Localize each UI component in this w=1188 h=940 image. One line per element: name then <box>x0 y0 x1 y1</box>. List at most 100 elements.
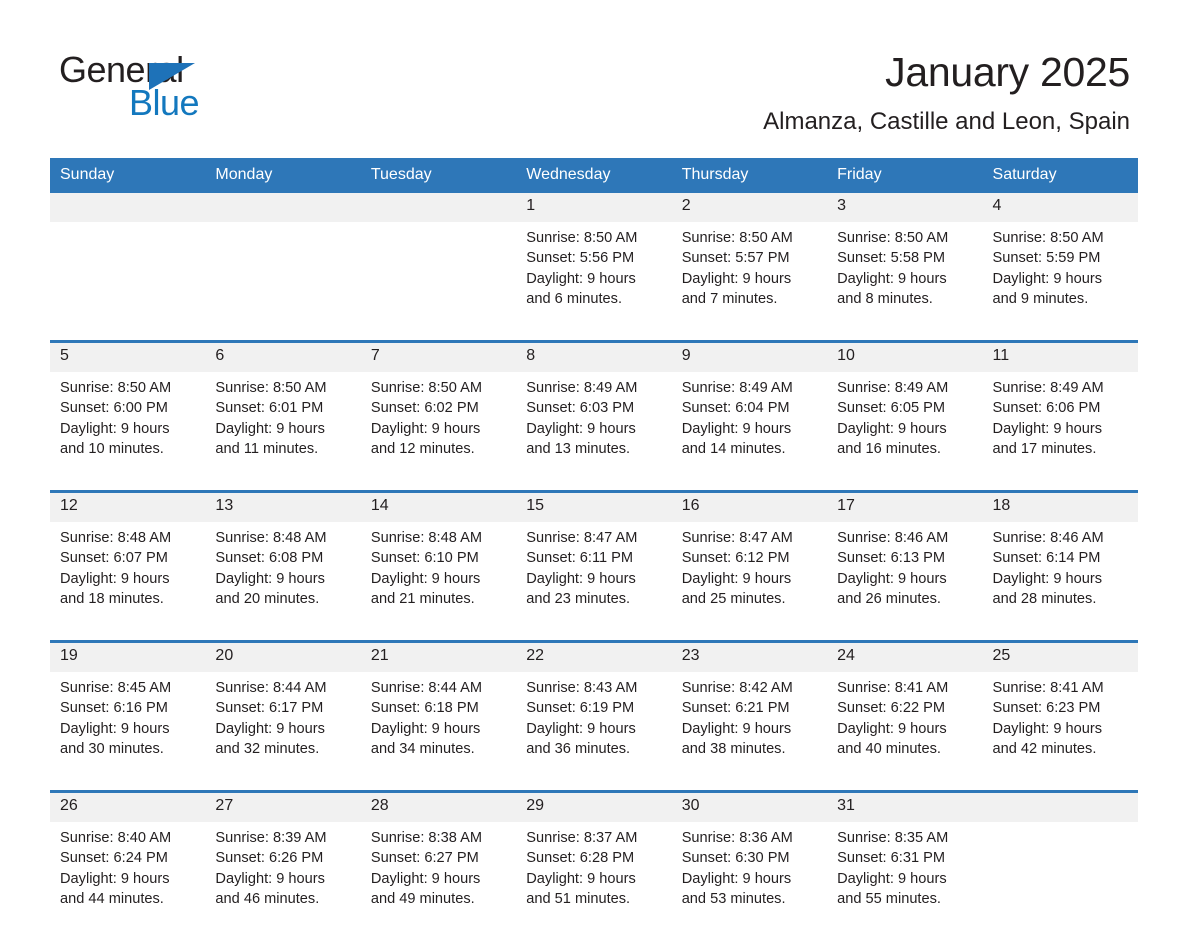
day-number[interactable]: 11 <box>982 340 1138 372</box>
calendar-week-info-row: Sunrise: 8:48 AM Sunset: 6:07 PM Daylight:… <box>50 522 1138 642</box>
day-info-line: Daylight: 9 hours <box>60 570 170 587</box>
day-number[interactable]: 9 <box>671 340 828 372</box>
day-info-line: Daylight: 9 hours <box>215 870 325 887</box>
day-number[interactable]: 17 <box>827 490 983 522</box>
day-cell[interactable]: Sunrise: 8:50 AM Sunset: 6:00 PM Daylight:… <box>50 372 206 492</box>
day-number[interactable]: 7 <box>360 340 517 372</box>
day-cell[interactable]: Sunrise: 8:46 AM Sunset: 6:13 PM Daylight:… <box>827 522 983 642</box>
day-cell[interactable]: Sunrise: 8:47 AM Sunset: 6:12 PM Daylight:… <box>671 522 828 642</box>
day-cell[interactable]: Sunrise: 8:44 AM Sunset: 6:17 PM Daylight:… <box>205 672 361 792</box>
day-info-line: Sunset: 5:58 PM <box>837 250 946 267</box>
day-number[interactable]: 28 <box>360 790 517 822</box>
day-info-line: Sunrise: 8:50 AM <box>60 380 172 396</box>
day-cell[interactable]: Sunrise: 8:41 AM Sunset: 6:23 PM Daylight:… <box>982 672 1138 792</box>
day-info-line: Sunset: 6:24 PM <box>60 850 168 867</box>
day-number[interactable]: 18 <box>982 490 1138 522</box>
day-info-line: and 53 minutes. <box>681 890 786 907</box>
weekday-header-row: Sunday Monday Tuesday Wednesday Thursday… <box>50 158 1138 193</box>
day-number[interactable]: 30 <box>671 790 828 822</box>
day-number[interactable]: 16 <box>671 490 828 522</box>
day-number[interactable]: 22 <box>516 640 672 672</box>
day-cell[interactable]: Sunrise: 8:49 AM Sunset: 6:04 PM Daylight:… <box>671 372 828 492</box>
day-number[interactable]: 21 <box>360 640 517 672</box>
day-info-line: Sunset: 6:14 PM <box>992 550 1101 567</box>
day-number[interactable]: 12 <box>50 490 206 522</box>
day-cell[interactable]: Sunrise: 8:35 AM Sunset: 6:31 PM Daylight:… <box>827 822 983 940</box>
day-cell[interactable]: Sunrise: 8:41 AM Sunset: 6:22 PM Daylight:… <box>827 672 983 792</box>
day-info-line: Sunrise: 8:42 AM <box>681 680 793 696</box>
day-cell[interactable]: Sunrise: 8:50 AM Sunset: 5:56 PM Daylight:… <box>516 222 672 342</box>
day-cell[interactable]: Sunrise: 8:37 AM Sunset: 6:28 PM Daylight:… <box>516 822 672 940</box>
day-number[interactable]: 10 <box>827 340 983 372</box>
day-number[interactable]: 27 <box>205 790 361 822</box>
day-cell[interactable]: Sunrise: 8:50 AM Sunset: 5:57 PM Daylight:… <box>671 222 828 342</box>
day-info-line: Sunset: 6:26 PM <box>215 850 324 867</box>
day-number[interactable]: 15 <box>516 490 672 522</box>
day-number[interactable]: 6 <box>205 340 361 372</box>
day-number[interactable]: 5 <box>50 340 206 372</box>
day-info-line: Sunrise: 8:50 AM <box>681 230 793 246</box>
day-cell[interactable]: Sunrise: 8:48 AM Sunset: 6:08 PM Daylight:… <box>205 522 361 642</box>
day-cell[interactable]: Sunrise: 8:49 AM Sunset: 6:06 PM Daylight:… <box>982 372 1138 492</box>
day-cell[interactable]: Sunrise: 8:49 AM Sunset: 6:05 PM Daylight:… <box>827 372 983 492</box>
day-number[interactable]: 24 <box>827 640 983 672</box>
day-cell[interactable]: Sunrise: 8:42 AM Sunset: 6:21 PM Daylight:… <box>671 672 828 792</box>
day-cell[interactable]: Sunrise: 8:48 AM Sunset: 6:07 PM Daylight:… <box>50 522 206 642</box>
day-info-line: and 51 minutes. <box>526 890 631 907</box>
day-number[interactable]: 23 <box>671 640 828 672</box>
day-cell[interactable]: Sunrise: 8:48 AM Sunset: 6:10 PM Daylight:… <box>360 522 517 642</box>
weekday-header-tuesday: Tuesday <box>360 158 517 193</box>
day-info-line: Daylight: 9 hours <box>370 720 481 737</box>
day-number[interactable]: 8 <box>516 340 672 372</box>
day-info-line: and 28 minutes. <box>992 590 1097 607</box>
day-info-line: Sunset: 6:07 PM <box>60 550 168 567</box>
day-info-line: and 44 minutes. <box>60 890 164 907</box>
day-number[interactable]: 25 <box>982 640 1138 672</box>
day-cell[interactable]: Sunrise: 8:44 AM Sunset: 6:18 PM Daylight:… <box>360 672 517 792</box>
day-number[interactable]: 29 <box>516 790 672 822</box>
day-info-line: Sunrise: 8:43 AM <box>526 680 638 696</box>
day-cell[interactable]: Sunrise: 8:39 AM Sunset: 6:26 PM Daylight:… <box>205 822 361 940</box>
weekday-header-sunday: Sunday <box>50 158 206 193</box>
day-info-line: Sunset: 6:16 PM <box>60 700 168 717</box>
calendar-week-daynum-row: 5 6 7 8 9 10 11 <box>50 340 1138 372</box>
day-info-line: and 38 minutes. <box>681 740 786 757</box>
day-info-line: Daylight: 9 hours <box>681 720 792 737</box>
day-cell[interactable]: Sunrise: 8:50 AM Sunset: 6:02 PM Daylight:… <box>360 372 517 492</box>
day-cell[interactable]: Sunrise: 8:49 AM Sunset: 6:03 PM Daylight:… <box>516 372 672 492</box>
day-cell[interactable]: Sunrise: 8:40 AM Sunset: 6:24 PM Daylight:… <box>50 822 206 940</box>
day-info-line: Daylight: 9 hours <box>215 720 325 737</box>
day-info-line: and 8 minutes. <box>837 290 933 307</box>
day-cell[interactable]: Sunrise: 8:50 AM Sunset: 5:59 PM Daylight:… <box>982 222 1138 342</box>
day-info-line: Sunset: 6:17 PM <box>215 700 324 717</box>
day-cell[interactable]: Sunrise: 8:50 AM Sunset: 5:58 PM Daylight:… <box>827 222 983 342</box>
day-cell[interactable]: Sunrise: 8:38 AM Sunset: 6:27 PM Daylight:… <box>360 822 517 940</box>
day-cell[interactable]: Sunrise: 8:46 AM Sunset: 6:14 PM Daylight:… <box>982 522 1138 642</box>
day-info-line: Sunrise: 8:50 AM <box>837 230 949 246</box>
day-number[interactable]: 14 <box>360 490 517 522</box>
day-cell[interactable]: Sunrise: 8:47 AM Sunset: 6:11 PM Daylight:… <box>516 522 672 642</box>
day-number[interactable]: 3 <box>827 193 983 222</box>
day-info-line: Sunrise: 8:48 AM <box>370 530 482 546</box>
day-info-line: and 30 minutes. <box>60 740 164 757</box>
day-number[interactable]: 20 <box>205 640 361 672</box>
day-number[interactable]: 1 <box>516 193 672 222</box>
day-number[interactable]: 31 <box>827 790 983 822</box>
day-number[interactable]: 26 <box>50 790 206 822</box>
day-number[interactable]: 4 <box>982 193 1138 222</box>
calendar-table: Sunday Monday Tuesday Wednesday Thursday… <box>50 158 1138 940</box>
calendar-week-info-row: Sunrise: 8:50 AM Sunset: 6:00 PM Daylight:… <box>50 372 1138 492</box>
day-number[interactable]: 19 <box>50 640 206 672</box>
day-number[interactable]: 2 <box>671 193 828 222</box>
general-blue-logo[interactable]: General Blue <box>59 52 259 122</box>
day-cell[interactable]: Sunrise: 8:36 AM Sunset: 6:30 PM Daylight:… <box>671 822 828 940</box>
day-cell[interactable]: Sunrise: 8:50 AM Sunset: 6:01 PM Daylight:… <box>205 372 361 492</box>
day-cell[interactable]: Sunrise: 8:43 AM Sunset: 6:19 PM Daylight:… <box>516 672 672 792</box>
day-number[interactable]: 13 <box>205 490 361 522</box>
day-info-line: Sunrise: 8:46 AM <box>992 530 1104 546</box>
calendar-grid: Sunday Monday Tuesday Wednesday Thursday… <box>50 158 1138 940</box>
day-cell[interactable]: Sunrise: 8:45 AM Sunset: 6:16 PM Daylight:… <box>50 672 206 792</box>
day-info-line: Sunset: 6:04 PM <box>681 400 790 417</box>
day-info-line: Sunrise: 8:36 AM <box>681 830 793 846</box>
day-info-line: Daylight: 9 hours <box>215 570 325 587</box>
